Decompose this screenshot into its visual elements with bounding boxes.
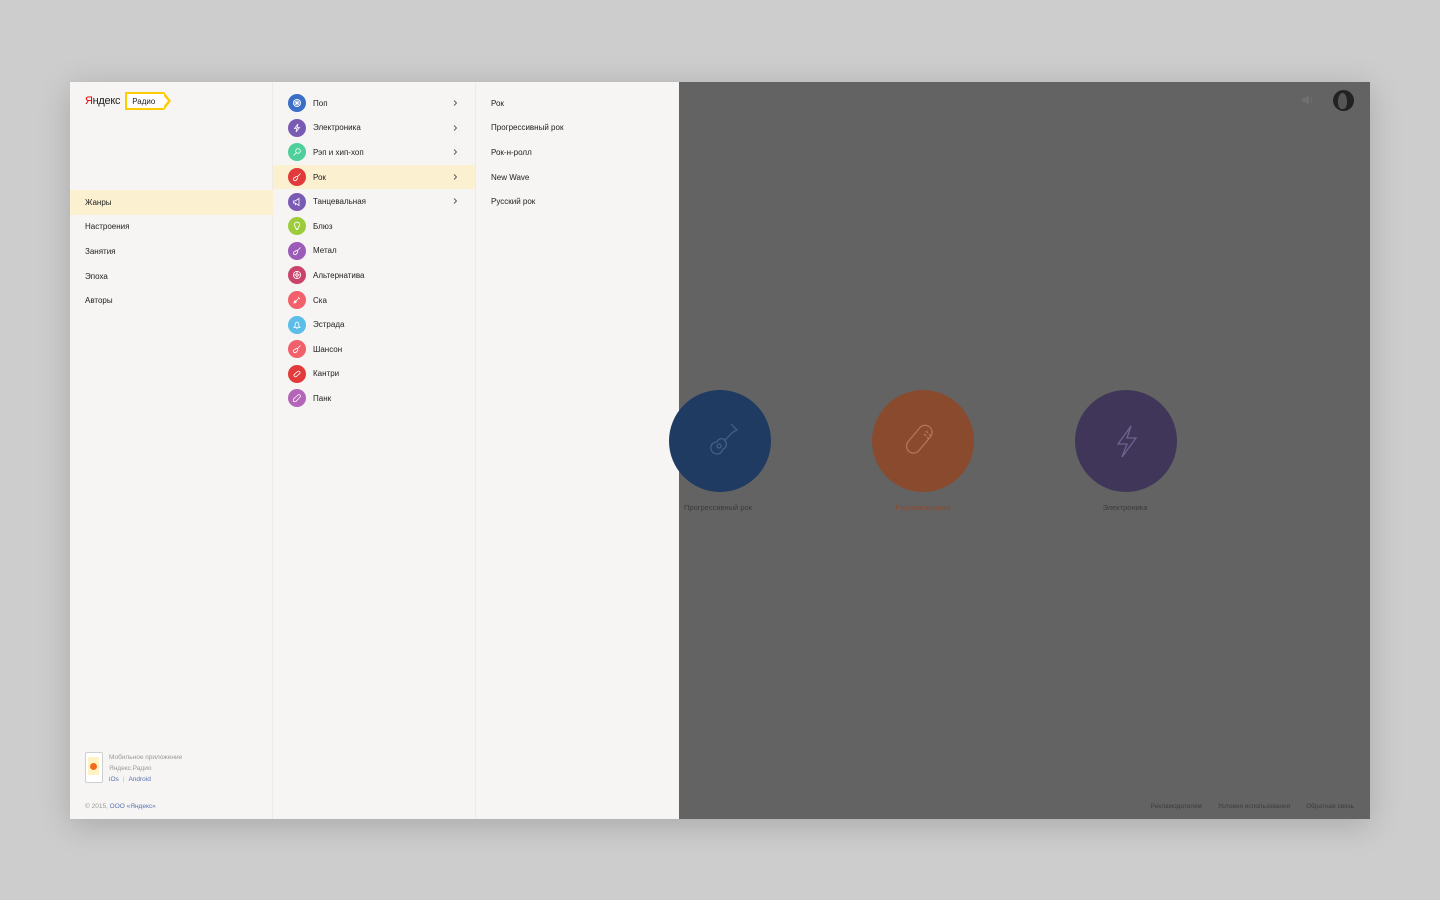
nav-item-activities[interactable]: Занятия [70,239,273,264]
company-link[interactable]: ООО «Яндекс» [110,803,156,810]
chevron-right-icon [453,124,458,131]
subgenre-item[interactable]: New Wave [476,165,679,190]
dimmed-content[interactable]: Прогрессивный рок Русская музыка Электро… [669,82,1370,819]
genre-label: Поп [313,98,328,108]
android-link[interactable]: Android [128,776,150,783]
chevron-right-icon [453,149,458,156]
user-avatar[interactable] [1333,90,1354,111]
genre-label: Альтернатива [313,270,365,280]
subgenre-item[interactable]: Русский рок [476,189,679,214]
genre-item[interactable]: Кантри [273,362,475,387]
pin-icon [288,389,306,408]
nav-item-moods[interactable]: Настроения [70,215,273,240]
station-electronic[interactable] [1075,390,1177,492]
guitar-icon [288,168,306,187]
volume-icon[interactable] [1301,94,1315,106]
station-label: Русская музыка [895,503,951,512]
genre-label: Блюз [313,221,333,231]
lightning-icon [288,118,306,137]
genre-item[interactable]: Эстрада [273,312,475,337]
subgenre-item[interactable]: Рок-н-ролл [476,140,679,165]
chevron-right-icon [453,100,458,106]
bell-icon [288,315,306,334]
category-nav: Жанры Настроения Занятия Эпоха Авторы [70,190,273,313]
logo-badge: Радио [125,92,172,110]
genre-label: Рок [313,172,326,182]
disco-ball-icon [288,94,306,113]
genre-label: Ска [313,295,327,305]
subgenre-item[interactable]: Прогрессивный рок [476,116,679,141]
megaphone-icon [288,192,306,211]
genre-label: Панк [313,393,332,403]
app-window: Яндекс Радио Жанры Настроения Занятия Эп… [70,82,1370,819]
genre-item[interactable]: Поп [273,91,475,116]
genre-label: Электроника [313,123,361,133]
genre-label: Кантри [313,369,340,379]
genre-item[interactable]: Метал [273,239,475,264]
station-label: Прогрессивный рок [684,503,752,512]
genre-label: Танцевальная [313,197,366,207]
harmonica-icon [288,364,306,383]
chevron-right-icon [453,198,458,205]
footer-links: Рекламодателям Условия использования Обр… [1151,803,1354,810]
genre-item[interactable]: Ска [273,288,475,313]
harmonica-icon [905,424,933,454]
guitar-icon [288,340,306,359]
genre-item[interactable]: Электроника [273,116,475,141]
station-label: Электроника [1102,503,1148,512]
genre-list: Поп Электроника Рэп и хип-хоп Рок Танцевальн… [273,82,476,819]
flower-icon [288,266,306,285]
genre-label: Метал [313,246,337,256]
genre-label: Эстрада [313,320,345,330]
subgenre-list: Рок Прогрессивный рок Рок-н-ролл New Wave Ру… [476,82,679,819]
genre-item[interactable]: Рэп и хип-хоп [273,140,475,165]
footer-link-terms[interactable]: Условия использования [1218,803,1290,810]
guitar-icon [710,423,739,455]
genre-item[interactable]: Шансон [273,337,475,362]
yandex-radio-logo[interactable]: Яндекс Радио [85,92,172,110]
genre-item[interactable]: Блюз [273,214,475,239]
promo-text: Мобильное приложение Яндекс.Радио iOs | An… [109,754,183,783]
nav-item-authors[interactable]: Авторы [70,288,273,313]
nav-item-epoch[interactable]: Эпоха [70,264,273,289]
genre-item[interactable]: Альтернатива [273,263,475,288]
station-progressive-rock[interactable] [669,390,771,492]
copyright: © 2015, ООО «Яндекс» [85,803,156,810]
genre-label: Шансон [313,344,343,354]
genre-item[interactable]: Танцевальная [273,189,475,214]
lightning-icon [1116,425,1138,458]
trumpet-icon [288,291,306,310]
bulb-icon [288,217,306,236]
genre-item[interactable]: Рок [273,164,475,190]
ios-link[interactable]: iOs [109,776,119,783]
chevron-right-icon [453,173,458,180]
guitar-icon [288,241,306,260]
mobile-app-promo: Мобильное приложение Яндекс.Радио iOs | An… [85,752,182,785]
nav-item-genres[interactable]: Жанры [70,190,273,215]
left-sidebar: Яндекс Радио Жанры Настроения Занятия Эп… [70,82,273,819]
logo-brand: Яндекс [85,95,121,107]
subgenre-item[interactable]: Рок [476,91,679,116]
footer-link-advertisers[interactable]: Рекламодателям [1151,803,1202,810]
phone-icon [85,752,103,783]
station-russian-music[interactable] [872,390,974,492]
genre-item[interactable]: Панк [273,386,475,411]
microphone-icon [288,143,306,162]
footer-link-feedback[interactable]: Обратная связь [1306,803,1354,810]
genre-label: Рэп и хип-хоп [313,147,364,157]
